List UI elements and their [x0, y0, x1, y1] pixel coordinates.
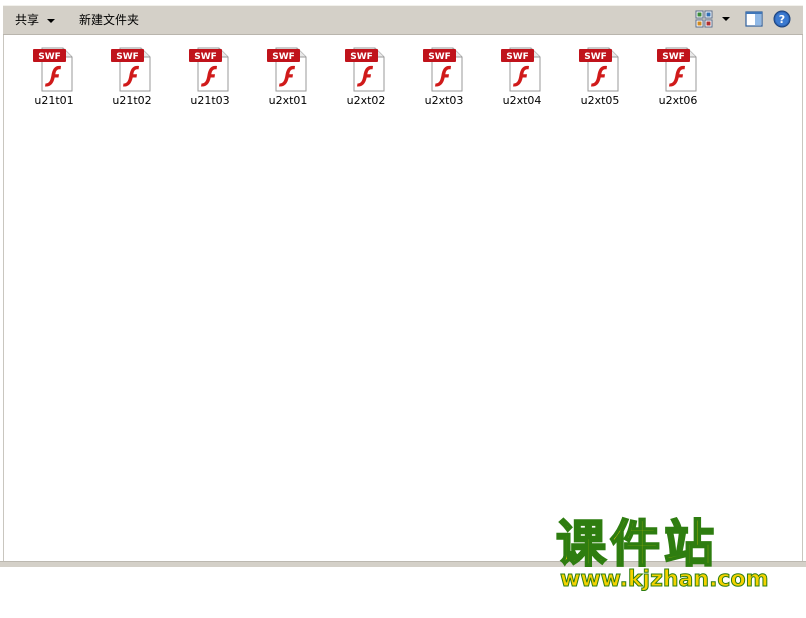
swf-file-icon: SWF	[657, 47, 697, 92]
explorer-window: 共享 新建文件夹 ? SWF u21t01 SWF u21t02 SWF u21t03 SW…	[0, 0, 806, 618]
swf-file-icon: SWF	[189, 47, 229, 92]
file-item[interactable]: SWF u2xt01	[250, 45, 326, 115]
file-name-label: u2xt01	[268, 94, 308, 107]
file-type-badge: SWF	[116, 52, 139, 62]
swf-file-icon: SWF	[111, 47, 151, 92]
file-type-badge: SWF	[194, 52, 217, 62]
views-icon[interactable]	[695, 10, 713, 28]
swf-file-icon: SWF	[33, 47, 73, 92]
swf-file-icon: SWF	[579, 47, 619, 92]
file-item[interactable]: SWF u21t03	[172, 45, 248, 115]
swf-file-icon: SWF	[345, 47, 385, 92]
file-name-label: u21t01	[34, 94, 74, 107]
watermark-logo: 课件站 www.kjzhan.com	[555, 514, 786, 595]
file-name-label: u2xt02	[346, 94, 386, 107]
watermark-url: www.kjzhan.com	[560, 567, 770, 593]
file-item[interactable]: SWF u2xt04	[484, 45, 560, 115]
share-menu-button[interactable]: 共享	[15, 6, 56, 34]
file-type-badge: SWF	[662, 52, 685, 62]
share-label: 共享	[15, 13, 40, 27]
file-item[interactable]: SWF u2xt02	[328, 45, 404, 115]
file-item[interactable]: SWF u2xt05	[562, 45, 638, 115]
file-name-label: u21t02	[112, 94, 152, 107]
file-type-badge: SWF	[428, 52, 451, 62]
preview-pane-icon[interactable]	[745, 10, 763, 28]
chevron-down-icon	[47, 18, 56, 23]
views-dropdown-chevron-icon[interactable]	[722, 17, 730, 21]
file-name-label: u2xt05	[580, 94, 620, 107]
file-type-badge: SWF	[506, 52, 529, 62]
svg-text:?: ?	[779, 13, 785, 26]
file-name-label: u2xt03	[424, 94, 464, 107]
file-name-label: u2xt04	[502, 94, 542, 107]
swf-file-icon: SWF	[267, 47, 307, 92]
file-type-badge: SWF	[584, 52, 607, 62]
file-item[interactable]: SWF u21t02	[94, 45, 170, 115]
file-type-badge: SWF	[350, 52, 373, 62]
file-list-view[interactable]: SWF u21t01 SWF u21t02 SWF u21t03 SWF u2xt01 SWF u…	[3, 35, 803, 561]
file-name-label: u2xt06	[658, 94, 698, 107]
file-item[interactable]: SWF u2xt03	[406, 45, 482, 115]
help-icon[interactable]: ?	[773, 10, 791, 28]
file-type-badge: SWF	[38, 52, 61, 62]
file-item[interactable]: SWF u21t01	[16, 45, 92, 115]
file-type-badge: SWF	[272, 52, 295, 62]
watermark-title: 课件站	[555, 514, 718, 574]
new-folder-button[interactable]: 新建文件夹	[79, 6, 139, 34]
swf-file-icon: SWF	[501, 47, 541, 92]
command-bar: 共享 新建文件夹 ?	[3, 5, 803, 35]
file-name-label: u21t03	[190, 94, 230, 107]
swf-file-icon: SWF	[423, 47, 463, 92]
file-item[interactable]: SWF u2xt06	[640, 45, 716, 115]
